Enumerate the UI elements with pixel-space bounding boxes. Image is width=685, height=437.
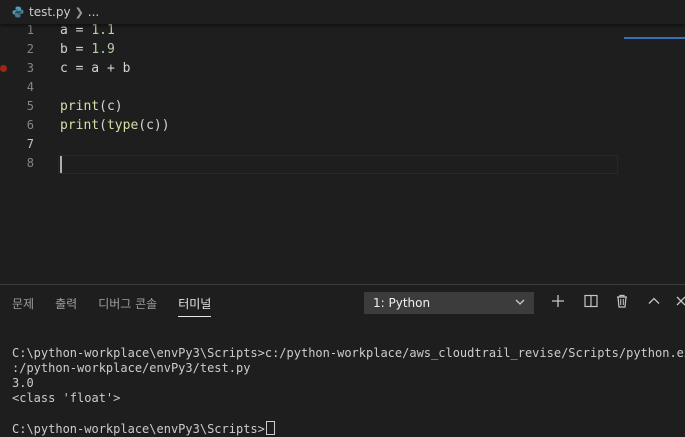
breadcrumb-file[interactable]: test.py [29, 5, 71, 19]
panel-tab[interactable]: 터미널 [178, 295, 212, 317]
code-line[interactable]: 6 print(type(c)) [0, 116, 620, 135]
code-token: ( [99, 118, 107, 133]
code-token: a = [60, 23, 92, 38]
code-token: 1.1 [91, 23, 115, 38]
code-token: print [60, 99, 100, 114]
line-number: 8 [26, 156, 34, 170]
terminal-line-text: 3.0 [12, 376, 34, 390]
chevron-down-icon [515, 299, 525, 305]
panel-tab[interactable]: 문제 [12, 295, 34, 317]
terminal-line: <class 'float'> [12, 391, 685, 406]
code-line[interactable]: 4 [0, 78, 620, 97]
terminal-line: C:\python-workplace\envPy3\Scripts> [12, 421, 685, 436]
code-token: type [106, 118, 139, 133]
chevron-up-icon[interactable] [646, 293, 662, 309]
terminal-output[interactable]: C:\python-workplace\envPy3\Scripts>c:/py… [12, 346, 685, 436]
panel-tabs: 문제 출력 디버그 콘솔 터미널 [12, 295, 232, 317]
split-terminal-icon[interactable] [583, 293, 599, 309]
trash-icon[interactable] [614, 293, 630, 309]
code-line[interactable]: 5 print(c) [0, 97, 620, 116]
code-line[interactable]: 8 [0, 154, 620, 173]
panel-tab[interactable]: 디버그 콘솔 [98, 295, 157, 317]
code-text: c = a + b [60, 59, 130, 78]
code-token: 1.9 [91, 42, 115, 57]
terminal-select[interactable]: 1: Python [364, 292, 534, 314]
code-text: print(type(c)) [60, 116, 170, 135]
terminal-line-text: C:\python-workplace\envPy3\Scripts> [12, 422, 265, 436]
terminal-cursor [265, 421, 275, 435]
terminal-line: :/python-workplace/envPy3/test.py [12, 361, 685, 376]
terminal-line: C:\python-workplace\envPy3\Scripts>c:/py… [12, 346, 685, 361]
code-token: (c)) [138, 118, 170, 133]
line-number: 4 [26, 80, 34, 94]
breadcrumb[interactable]: test.py ❯ ... [0, 0, 685, 24]
new-terminal-icon[interactable] [550, 293, 566, 309]
code-line[interactable]: 7 [0, 135, 620, 154]
line-number: 3 [26, 61, 34, 75]
terminal-line-text: C:\python-workplace\envPy3\Scripts>c:/py… [12, 346, 685, 360]
code-line[interactable]: 2 b = 1.9 [0, 40, 620, 59]
minimap-slider[interactable] [624, 37, 685, 39]
code-token: b = [60, 42, 92, 57]
line-number: 2 [26, 42, 34, 56]
line-number: 5 [26, 99, 34, 113]
line-number: 6 [26, 118, 34, 132]
terminal-select-value: 1: Python [373, 296, 431, 310]
terminal-line-text: :/python-workplace/envPy3/test.py [12, 361, 251, 375]
code-text: b = 1.9 [60, 40, 115, 59]
minimap[interactable] [624, 24, 685, 40]
python-file-icon [12, 6, 24, 18]
close-icon[interactable] [676, 293, 685, 309]
code-token: c = a + b [60, 61, 131, 76]
line-number: 7 [26, 137, 34, 151]
code-token: print [60, 118, 100, 133]
terminal-line-text: <class 'float'> [12, 391, 121, 405]
code-line[interactable]: 3 c = a + b [0, 59, 620, 78]
bottom-panel: 문제 출력 디버그 콘솔 터미널 1: Python C:\python-workpl… [0, 284, 685, 436]
code-text: print(c) [60, 97, 123, 116]
code-editor[interactable]: 1a = 1.1 2 b = 1.9 3 c = a + b 4 5 print(c) 6 pri… [0, 21, 685, 283]
chevron-right-icon: ❯ [74, 5, 84, 19]
terminal-line: 3.0 [12, 376, 685, 391]
breadcrumb-more[interactable]: ... [88, 5, 99, 19]
panel-tab[interactable]: 출력 [55, 295, 77, 317]
code-token: (c) [99, 99, 123, 114]
